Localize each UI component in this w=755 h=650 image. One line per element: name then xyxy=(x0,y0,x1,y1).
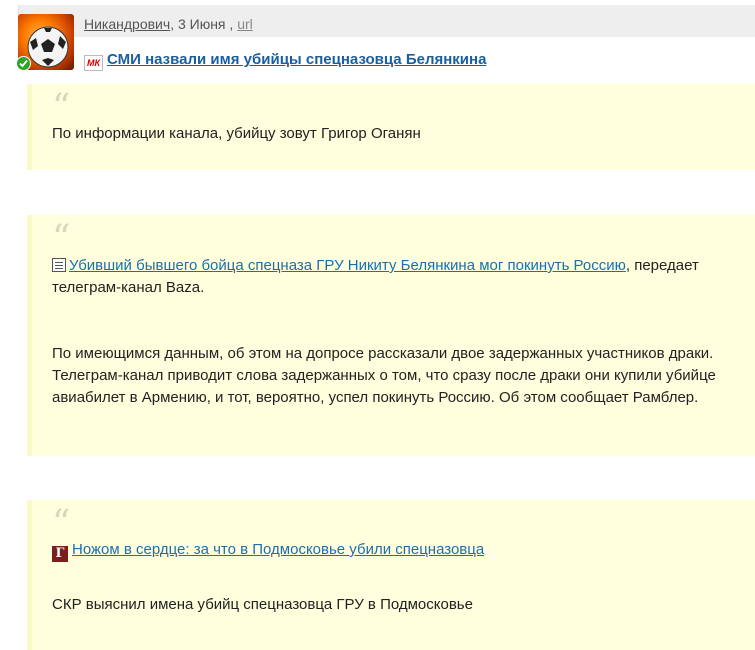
post-date: , 3 Июня , xyxy=(170,16,238,32)
quote-lead: Г Ножом в сердце: за что в Подмосковье уб… xyxy=(52,539,751,562)
quote-paragraph: СКР выяснил имена убийц спецназовца ГРУ … xyxy=(52,596,473,613)
author-link[interactable]: Никандрович xyxy=(84,16,170,32)
gazeta-source-icon: Г xyxy=(52,546,68,562)
quote-link[interactable]: Убивший бывшего бойца спецназа ГРУ Никит… xyxy=(69,257,626,274)
quote-lead: Убивший бывшего бойца спецназа ГРУ Никит… xyxy=(52,255,751,299)
post-title-link[interactable]: СМИ назвали имя убийцы спецназовца Белян… xyxy=(107,51,486,68)
quote-mark-icon: “ xyxy=(52,218,71,259)
quote-mark-icon: “ xyxy=(52,503,71,544)
mk-source-icon: МК xyxy=(84,55,103,71)
quote-paragraph: По имеющимся данным, об этом на допросе … xyxy=(52,345,716,406)
document-icon xyxy=(52,258,66,272)
quote-block: “ Убивший бывшего бойца спецназа ГРУ Ник… xyxy=(27,215,755,456)
url-link[interactable]: url xyxy=(237,16,253,32)
quote-block: “ Г Ножом в сердце: за что в Подмосковье … xyxy=(27,500,755,650)
quote-link[interactable]: Ножом в сердце: за что в Подмосковье уби… xyxy=(72,541,484,558)
quote-mark-icon: “ xyxy=(52,87,71,128)
post-header: Никандрович, 3 Июня , url xyxy=(0,0,755,71)
quote-text: По информации канала, убийцу зовут Григо… xyxy=(52,125,421,142)
online-check-icon xyxy=(16,56,31,71)
post-title-row: МК СМИ назвали имя убийцы спецназовца Бел… xyxy=(84,51,486,71)
post-meta: Никандрович, 3 Июня , url xyxy=(84,16,253,32)
quote-block: “ По информации канала, убийцу зовут Гри… xyxy=(27,84,755,170)
